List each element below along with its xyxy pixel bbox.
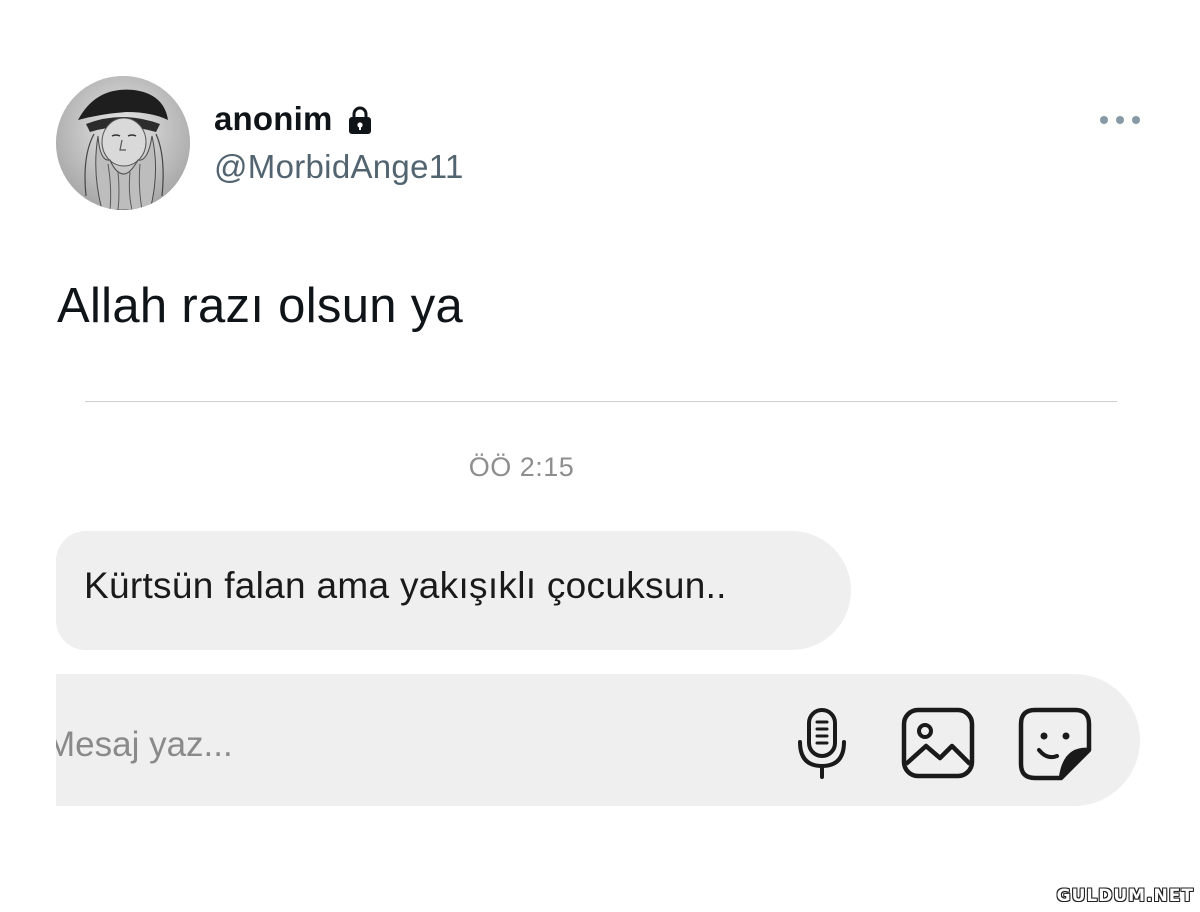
divider — [85, 401, 1117, 402]
sticker-icon[interactable] — [1017, 706, 1093, 782]
image-icon[interactable] — [900, 706, 976, 782]
user-handle[interactable]: @MorbidAnge11 — [214, 148, 464, 186]
microphone-icon[interactable] — [784, 706, 860, 782]
more-dot — [1116, 116, 1124, 124]
avatar-portrait-image — [56, 76, 190, 210]
more-horizontal-icon[interactable] — [1100, 110, 1140, 130]
tweet-text: Allah razı olsun ya — [57, 279, 464, 333]
avatar[interactable] — [56, 76, 190, 210]
message-input[interactable] — [56, 720, 756, 770]
message-text: Kürtsün falan ama yakışıklı çocuksun.. — [84, 565, 727, 606]
lock-icon — [343, 103, 377, 137]
display-name[interactable]: anonim — [214, 100, 333, 138]
display-name-row: anonim — [214, 100, 377, 138]
chat-timestamp: ÖÖ 2:15 — [468, 452, 575, 482]
more-dot — [1100, 116, 1108, 124]
watermark: GULDUM.NET — [1056, 886, 1194, 906]
more-dot — [1132, 116, 1140, 124]
